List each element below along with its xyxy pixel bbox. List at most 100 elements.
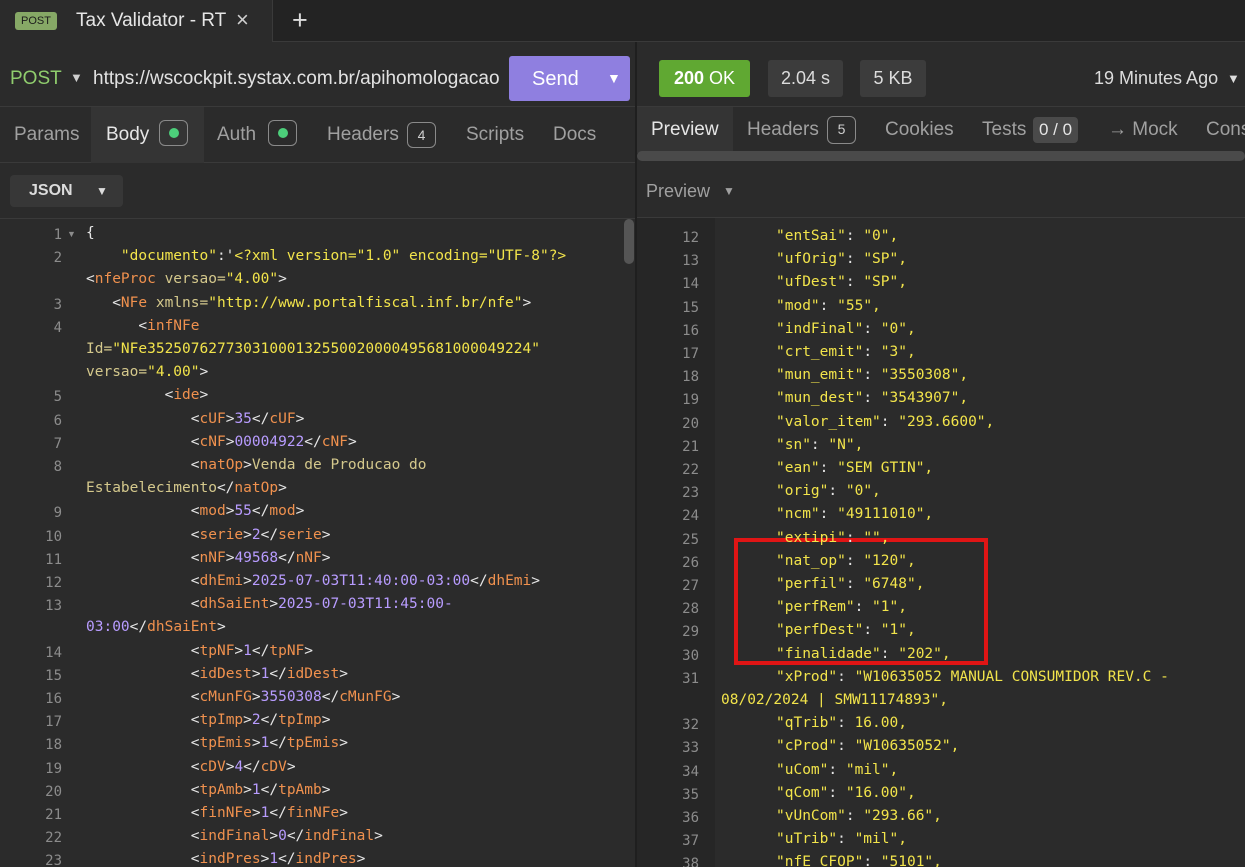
code-token: </: [278, 851, 296, 867]
code-token: <: [86, 851, 200, 867]
json-colon: :: [837, 738, 855, 755]
tab-tests[interactable]: Tests: [982, 119, 1026, 141]
code-line: <tpImp>2</tpImp>: [86, 712, 331, 729]
json-line: "ncm": "49111010",: [776, 506, 933, 522]
tab-auth[interactable]: Auth: [217, 124, 256, 146]
json-key: "sn": [776, 436, 811, 453]
json-key: "mun_emit": [776, 367, 864, 384]
code-token: </: [304, 433, 322, 450]
code-token: nfeProc: [94, 271, 156, 288]
json-key: "perfil": [776, 576, 846, 592]
tab-preview[interactable]: Preview: [651, 119, 719, 141]
code-token: "4.00": [147, 364, 200, 381]
code-token: ide: [173, 387, 200, 404]
json-value: "SEM GTIN",: [837, 460, 934, 476]
code-token: >: [286, 758, 296, 775]
response-viewer[interactable]: 12 "entSai": "0", 13 "ufOrig": "SP", 14 "ufDe…: [637, 218, 1245, 867]
json-value: "202",: [898, 645, 951, 662]
code-token: >: [199, 387, 209, 404]
json-key: "ufDest": [776, 274, 846, 291]
code-line: <mod>55</mod>: [86, 503, 305, 520]
code-token: </: [243, 758, 261, 775]
tab-body[interactable]: Body: [106, 124, 149, 146]
preview-mode-select[interactable]: Preview: [646, 181, 710, 202]
method-select[interactable]: POST: [10, 68, 62, 90]
json-value: "5101",: [880, 854, 942, 867]
code-line: <natOp>Venda de Producao do: [86, 457, 427, 473]
tab-params[interactable]: Params: [14, 124, 79, 146]
status-text: OK: [709, 68, 736, 88]
tab-cookies[interactable]: Cookies: [885, 119, 954, 141]
tab-scripts[interactable]: Scripts: [466, 124, 524, 146]
json-line: "ufDest": "SP",: [776, 274, 907, 290]
json-key: "ean": [776, 460, 820, 476]
code-line: 03:00</dhSaiEnt>: [86, 619, 226, 635]
code-token: >: [321, 712, 331, 729]
editor-scrollbar[interactable]: [624, 219, 634, 264]
json-value: "0",: [880, 320, 916, 337]
chevron-down-icon[interactable]: ▼: [1227, 71, 1240, 86]
close-icon[interactable]: ×: [236, 7, 249, 33]
code-token: 55: [234, 503, 252, 520]
request-tab[interactable]: POST Tax Validator - RT ×: [0, 0, 273, 42]
fold-arrow-icon[interactable]: ▼: [67, 229, 76, 239]
code-token: <: [86, 781, 200, 798]
send-label: Send: [532, 68, 579, 90]
line-number: 15: [682, 299, 699, 316]
json-key: "ufOrig": [776, 251, 846, 268]
json-colon: :: [863, 320, 881, 337]
line-number: 18: [45, 737, 62, 754]
code-token: cMunFG: [339, 689, 392, 705]
tab-docs[interactable]: Docs: [553, 124, 596, 146]
chevron-down-icon[interactable]: ▼: [723, 184, 735, 198]
code-token: 1: [269, 851, 279, 867]
tab-headers[interactable]: Headers: [327, 124, 399, 146]
json-key: "vUnCom": [776, 808, 846, 824]
code-line: <tpEmis>1</tpEmis>: [86, 735, 348, 751]
line-number: 8: [53, 459, 62, 475]
json-key: "perfDest": [776, 622, 864, 639]
chevron-down-icon[interactable]: ▼: [607, 70, 621, 86]
code-token: NFe: [120, 294, 148, 311]
code-line: <cMunFG>3550308</cMunFG>: [86, 689, 401, 705]
json-value: "3",: [880, 344, 916, 360]
line-number: 2: [53, 250, 62, 267]
json-value: "3550308",: [880, 367, 969, 384]
json-colon: :: [880, 413, 899, 430]
code-token: >: [321, 781, 331, 798]
tab-mock[interactable]: → Mock: [1108, 119, 1178, 141]
json-value: "49111010",: [837, 506, 934, 523]
response-tabs-scrollbar[interactable]: [637, 151, 1245, 161]
code-line: Id="NFe352507627730310001325500200004956…: [86, 341, 540, 357]
tab-console[interactable]: Cons: [1206, 119, 1245, 141]
line-number: 25: [682, 531, 699, 548]
line-number: 28: [682, 601, 699, 618]
json-colon: :: [880, 645, 899, 662]
add-tab-icon[interactable]: +: [292, 5, 308, 36]
code-token: versao=: [86, 364, 148, 381]
code-token: 2025-07-03T11:45:00-: [278, 596, 453, 613]
line-number: 21: [682, 438, 699, 455]
history-dropdown[interactable]: 19 Minutes Ago: [1094, 68, 1218, 89]
send-button[interactable]: Send ▼: [509, 56, 630, 101]
code-line: <dhEmi>2025-07-03T11:40:00-03:00</dhEmi>: [86, 573, 540, 589]
code-token: mod: [199, 503, 226, 520]
code-token: 2025-07-03T11:40:00-03:00: [251, 573, 471, 589]
tab-response-headers[interactable]: Headers: [747, 119, 819, 141]
body-format-label: JSON: [29, 182, 73, 199]
code-token: >: [522, 294, 532, 311]
request-body-editor[interactable]: 1 ▼ {2 "documento":'<?xml version="1.0" en…: [0, 219, 635, 867]
code-token: <: [86, 526, 200, 543]
chevron-down-icon[interactable]: ▼: [70, 70, 83, 85]
code-token: <: [86, 271, 95, 288]
json-key: "perfRem": [776, 599, 855, 616]
body-format-select[interactable]: JSON ▼: [10, 175, 123, 207]
line-number: 36: [682, 810, 699, 826]
line-number: 29: [682, 624, 699, 641]
code-token: indPres: [199, 851, 261, 867]
json-colon: :: [828, 483, 846, 500]
code-token: <: [86, 712, 200, 729]
url-input[interactable]: https://wscockpit.systax.com.br/apihomol…: [93, 68, 509, 90]
response-tabs: Preview Headers 5 Cookies Tests 0 / 0 → …: [637, 107, 1245, 153]
json-line: "nfE_CFOP": "5101",: [776, 854, 942, 867]
